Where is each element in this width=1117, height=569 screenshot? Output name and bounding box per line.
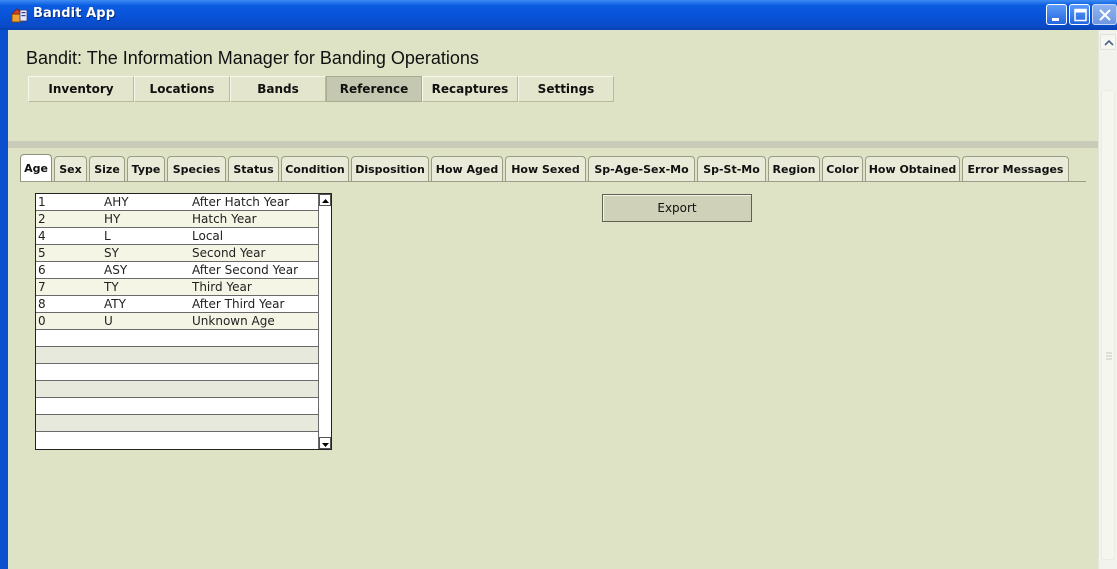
tab-color[interactable]: Color: [822, 156, 863, 181]
empty-row[interactable]: [36, 415, 318, 432]
tab-baseline: [20, 181, 1086, 182]
age-code: ATY: [104, 297, 126, 311]
bandit-app-icon: [11, 8, 28, 23]
empty-row[interactable]: [36, 381, 318, 398]
age-code: SY: [104, 246, 119, 260]
chevron-up-icon: [1104, 39, 1114, 46]
grip-icon: [1106, 352, 1112, 360]
minimize-button[interactable]: [1046, 4, 1067, 25]
nav-settings-button[interactable]: Settings: [518, 76, 614, 102]
age-code-list[interactable]: 1 AHY After Hatch Year 2 HY Hatch Year 4…: [35, 193, 332, 450]
title-bar[interactable]: Bandit App: [0, 0, 1117, 30]
list-item[interactable]: 5 SY Second Year: [36, 245, 318, 262]
reference-tabs: Age Sex Size Type Species Status Conditi…: [20, 154, 1071, 182]
age-id: 7: [38, 280, 46, 294]
age-id: 6: [38, 263, 46, 277]
age-description: After Second Year: [192, 263, 299, 277]
empty-row[interactable]: [36, 432, 318, 449]
minimize-icon: [1052, 18, 1059, 21]
age-description: Unknown Age: [192, 314, 275, 328]
window-title: Bandit App: [33, 6, 116, 21]
client-area: Bandit: The Information Manager for Band…: [8, 30, 1098, 569]
maximize-button[interactable]: [1069, 4, 1090, 25]
list-item[interactable]: 0 U Unknown Age: [36, 313, 318, 330]
age-id: 4: [38, 229, 46, 243]
nav-recaptures-button[interactable]: Recaptures: [422, 76, 518, 102]
scroll-down-button[interactable]: [319, 437, 331, 449]
list-item[interactable]: 4 L Local: [36, 228, 318, 245]
list-item[interactable]: 2 HY Hatch Year: [36, 211, 318, 228]
tab-sp-age-sex-mo[interactable]: Sp-Age-Sex-Mo: [588, 156, 695, 181]
tab-type[interactable]: Type: [127, 156, 165, 181]
reference-panel: Age Sex Size Type Species Status Conditi…: [8, 148, 1098, 569]
age-code: AHY: [104, 195, 129, 209]
window-scroll-thumb[interactable]: [1101, 90, 1115, 560]
tab-disposition[interactable]: Disposition: [351, 156, 429, 181]
scroll-up-button[interactable]: [319, 194, 331, 206]
age-id: 0: [38, 314, 46, 328]
list-item[interactable]: 6 ASY After Second Year: [36, 262, 318, 279]
empty-row[interactable]: [36, 364, 318, 381]
age-code: ASY: [104, 263, 128, 277]
age-code: TY: [104, 280, 119, 294]
tab-sex[interactable]: Sex: [54, 156, 87, 181]
age-code: HY: [104, 212, 121, 226]
age-id: 1: [38, 195, 46, 209]
empty-row[interactable]: [36, 398, 318, 415]
window-left-border: [0, 30, 8, 569]
nav-inventory-button[interactable]: Inventory: [28, 76, 134, 102]
age-description: Third Year: [192, 280, 252, 294]
age-description: After Third Year: [192, 297, 285, 311]
arrow-down-icon: [322, 443, 329, 447]
empty-row[interactable]: [36, 330, 318, 347]
arrow-up-icon: [322, 199, 329, 203]
close-icon: [1099, 9, 1111, 21]
nav-bands-button[interactable]: Bands: [230, 76, 326, 102]
window-scroll-up-button[interactable]: [1100, 34, 1116, 50]
list-item[interactable]: 1 AHY After Hatch Year: [36, 194, 318, 211]
tab-how-sexed[interactable]: How Sexed: [505, 156, 586, 181]
age-code: L: [104, 229, 111, 243]
age-code: U: [104, 314, 113, 328]
nav-reference-button[interactable]: Reference: [326, 76, 422, 102]
age-description: Hatch Year: [192, 212, 257, 226]
tab-age[interactable]: Age: [20, 154, 52, 181]
age-id: 5: [38, 246, 46, 260]
section-divider: [8, 141, 1098, 148]
maximize-icon: [1074, 8, 1087, 22]
list-item[interactable]: 8 ATY After Third Year: [36, 296, 318, 313]
close-button[interactable]: [1092, 4, 1117, 25]
tab-sp-st-mo[interactable]: Sp-St-Mo: [697, 156, 766, 181]
tab-size[interactable]: Size: [89, 156, 125, 181]
tab-region[interactable]: Region: [768, 156, 820, 181]
app-heading: Bandit: The Information Manager for Band…: [26, 48, 479, 68]
app-window: Bandit App Bandit: The Information Manag…: [0, 0, 1117, 569]
tab-error-messages[interactable]: Error Messages: [962, 156, 1069, 181]
export-button[interactable]: Export: [602, 194, 752, 222]
list-item[interactable]: 7 TY Third Year: [36, 279, 318, 296]
tab-species[interactable]: Species: [167, 156, 226, 181]
age-id: 2: [38, 212, 46, 226]
tab-how-aged[interactable]: How Aged: [431, 156, 503, 181]
main-nav: Inventory Locations Bands Reference Reca…: [28, 76, 614, 102]
tab-how-obtained[interactable]: How Obtained: [865, 156, 960, 181]
tab-condition[interactable]: Condition: [281, 156, 349, 181]
header-panel: Bandit: The Information Manager for Band…: [8, 30, 1098, 141]
age-description: Local: [192, 229, 224, 243]
tab-status[interactable]: Status: [228, 156, 279, 181]
window-scrollbar[interactable]: [1098, 30, 1117, 569]
empty-row[interactable]: [36, 347, 318, 364]
age-description: After Hatch Year: [192, 195, 290, 209]
nav-locations-button[interactable]: Locations: [134, 76, 230, 102]
age-id: 8: [38, 297, 46, 311]
list-scrollbar[interactable]: [318, 194, 331, 449]
age-description: Second Year: [192, 246, 266, 260]
